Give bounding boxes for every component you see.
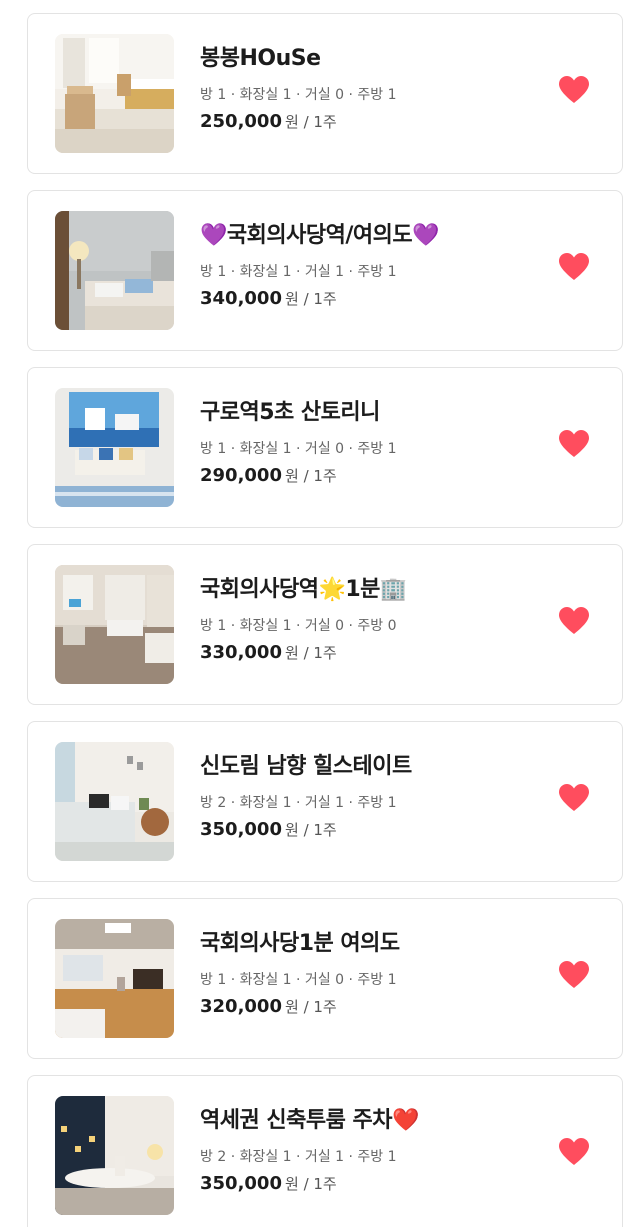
price-period: / 1주: [298, 821, 337, 839]
listing-price-line: 290,000 원 / 1주: [200, 464, 530, 488]
listing-info: 신도림 남향 힐스테이트 방 2 · 화장실 1 · 거실 1 · 주방 1 3…: [200, 752, 530, 842]
listing-price-line: 330,000 원 / 1주: [200, 641, 530, 665]
room-photo-7: [55, 1096, 174, 1215]
price-period: / 1주: [298, 290, 337, 308]
listing-info: 국회의사당1분 여의도 방 1 · 화장실 1 · 거실 0 · 주방 1 32…: [200, 929, 530, 1019]
heart-icon[interactable]: [558, 606, 590, 636]
listing-room-info: 방 1 · 화장실 1 · 거실 0 · 주방 1: [200, 87, 397, 103]
listing-price: 250,000: [200, 111, 282, 132]
listing-info: 구로역5초 산토리니 방 1 · 화장실 1 · 거실 0 · 주방 1 290…: [200, 398, 530, 488]
price-unit: 원: [284, 644, 299, 662]
price-unit: 원: [284, 821, 299, 839]
listing-title[interactable]: 봉봉HOuSe: [200, 44, 530, 74]
listing-title[interactable]: 신도림 남향 힐스테이트: [200, 752, 530, 782]
listing-card[interactable]: 구로역5초 산토리니 방 1 · 화장실 1 · 거실 0 · 주방 1 290…: [27, 367, 623, 528]
listing-room-info: 방 1 · 화장실 1 · 거실 1 · 주방 1: [200, 264, 397, 280]
price-period: / 1주: [298, 1175, 337, 1193]
room-photo-1: [55, 34, 174, 153]
room-photo-3: [55, 388, 174, 507]
price-period: / 1주: [298, 467, 337, 485]
listing-price: 340,000: [200, 288, 282, 309]
listing-list: 봉봉HOuSe 방 1 · 화장실 1 · 거실 0 · 주방 1 250,00…: [0, 0, 640, 1227]
listing-info: 💜국회의사당역/여의도💜 방 1 · 화장실 1 · 거실 1 · 주방 1 3…: [200, 221, 530, 311]
listing-photo[interactable]: [55, 1096, 174, 1215]
listing-title[interactable]: 역세권 신축투룸 주차❤️: [200, 1106, 530, 1136]
listing-room-info: 방 1 · 화장실 1 · 거실 0 · 주방 0: [200, 618, 397, 634]
listing-info: 역세권 신축투룸 주차❤️ 방 2 · 화장실 1 · 거실 1 · 주방 1 …: [200, 1106, 530, 1196]
price-unit: 원: [284, 1175, 299, 1193]
listing-title[interactable]: 구로역5초 산토리니: [200, 398, 530, 428]
listing-price-line: 320,000 원 / 1주: [200, 995, 530, 1019]
listing-card[interactable]: 국회의사당역🌟1분🏢 방 1 · 화장실 1 · 거실 0 · 주방 0 330…: [27, 544, 623, 705]
listing-price: 320,000: [200, 996, 282, 1017]
heart-icon[interactable]: [558, 1137, 590, 1167]
room-photo-6: [55, 919, 174, 1038]
listing-photo[interactable]: [55, 34, 174, 153]
listing-card[interactable]: 국회의사당1분 여의도 방 1 · 화장실 1 · 거실 0 · 주방 1 32…: [27, 898, 623, 1059]
price-period: / 1주: [298, 113, 337, 131]
listing-info: 국회의사당역🌟1분🏢 방 1 · 화장실 1 · 거실 0 · 주방 0 330…: [200, 575, 530, 665]
price-unit: 원: [284, 467, 299, 485]
listing-room-info: 방 1 · 화장실 1 · 거실 0 · 주방 1: [200, 972, 397, 988]
price-period: / 1주: [298, 998, 337, 1016]
heart-icon[interactable]: [558, 783, 590, 813]
room-photo-4: [55, 565, 174, 684]
listing-photo[interactable]: [55, 565, 174, 684]
listing-price-line: 250,000 원 / 1주: [200, 110, 530, 134]
listing-photo[interactable]: [55, 211, 174, 330]
price-unit: 원: [284, 998, 299, 1016]
listing-photo[interactable]: [55, 742, 174, 861]
listing-price: 290,000: [200, 465, 282, 486]
listing-price-line: 350,000 원 / 1주: [200, 818, 530, 842]
listing-card[interactable]: 💜국회의사당역/여의도💜 방 1 · 화장실 1 · 거실 1 · 주방 1 3…: [27, 190, 623, 351]
listing-price: 330,000: [200, 642, 282, 663]
heart-icon[interactable]: [558, 960, 590, 990]
listing-title[interactable]: 국회의사당1분 여의도: [200, 929, 530, 959]
heart-icon[interactable]: [558, 75, 590, 105]
room-photo-5: [55, 742, 174, 861]
listing-card[interactable]: 봉봉HOuSe 방 1 · 화장실 1 · 거실 0 · 주방 1 250,00…: [27, 13, 623, 174]
listing-card[interactable]: 역세권 신축투룸 주차❤️ 방 2 · 화장실 1 · 거실 1 · 주방 1 …: [27, 1075, 623, 1227]
price-unit: 원: [284, 290, 299, 308]
listing-room-info: 방 1 · 화장실 1 · 거실 0 · 주방 1: [200, 441, 397, 457]
listing-info: 봉봉HOuSe 방 1 · 화장실 1 · 거실 0 · 주방 1 250,00…: [200, 44, 530, 134]
room-photo-2: [55, 211, 174, 330]
listing-room-info: 방 2 · 화장실 1 · 거실 1 · 주방 1: [200, 1149, 397, 1165]
listing-price: 350,000: [200, 1173, 282, 1194]
listing-photo[interactable]: [55, 388, 174, 507]
listing-price-line: 350,000 원 / 1주: [200, 1172, 530, 1196]
price-unit: 원: [284, 113, 299, 131]
price-period: / 1주: [298, 644, 337, 662]
heart-icon[interactable]: [558, 429, 590, 459]
heart-icon[interactable]: [558, 252, 590, 282]
listing-photo[interactable]: [55, 919, 174, 1038]
listing-room-info: 방 2 · 화장실 1 · 거실 1 · 주방 1: [200, 795, 397, 811]
listing-price: 350,000: [200, 819, 282, 840]
listing-title[interactable]: 국회의사당역🌟1분🏢: [200, 575, 530, 605]
listing-price-line: 340,000 원 / 1주: [200, 287, 530, 311]
listing-title[interactable]: 💜국회의사당역/여의도💜: [200, 221, 530, 251]
listing-card[interactable]: 신도림 남향 힐스테이트 방 2 · 화장실 1 · 거실 1 · 주방 1 3…: [27, 721, 623, 882]
